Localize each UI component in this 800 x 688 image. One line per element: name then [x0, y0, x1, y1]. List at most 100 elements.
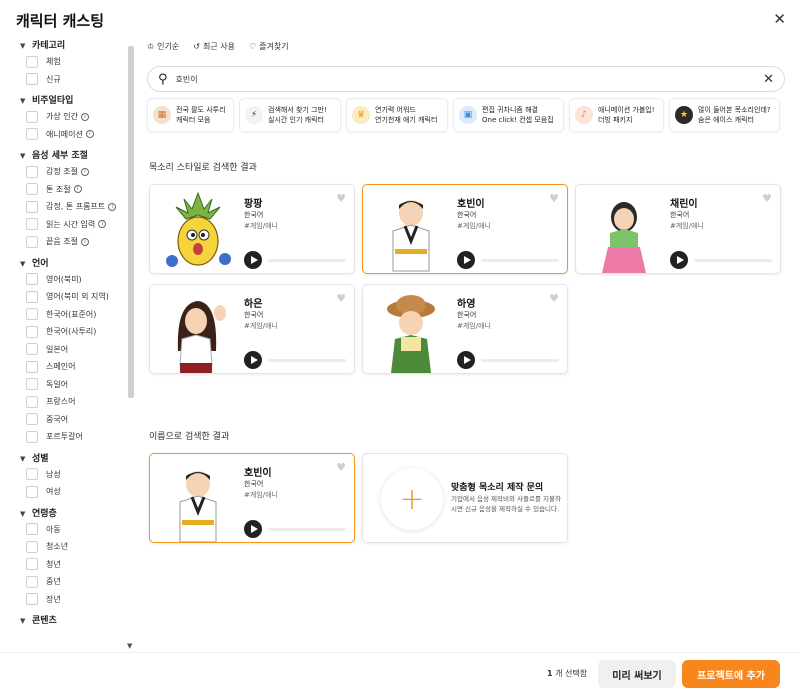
banner-card[interactable]: ♪ 애니메이션 가볼입! 더빙 패키지	[569, 98, 664, 132]
play-button[interactable]	[244, 351, 262, 369]
filter-option[interactable]: 감정, 톤 프롬프트 i	[20, 198, 138, 216]
banner-card[interactable]: ♛ 연기력 어워드 연기천재 애기 캐릭터	[346, 98, 448, 132]
audio-progress-bar[interactable]	[268, 528, 346, 531]
favorite-heart-icon[interactable]: ♥	[336, 292, 346, 305]
checkbox[interactable]	[26, 360, 38, 373]
quick-filter-recent[interactable]: ↺ 최근 사용	[193, 41, 235, 52]
info-icon[interactable]: i	[108, 202, 117, 211]
audio-progress-bar[interactable]	[694, 259, 772, 262]
section-header[interactable]: ▼ 음성 세부 조절	[20, 149, 138, 163]
checkbox[interactable]	[26, 325, 38, 338]
filter-option[interactable]: 애니메이션 i	[20, 126, 138, 144]
info-icon[interactable]: i	[80, 167, 89, 176]
filter-option[interactable]: 읽는 시간 입력 i	[20, 216, 138, 234]
filter-option[interactable]: 포르투갈어	[20, 428, 138, 446]
info-icon[interactable]: i	[85, 130, 94, 139]
banner-card[interactable]: ▣ 편집 귀차니즘 해결 One click! 컨셉 모음집	[453, 98, 564, 132]
section-header[interactable]: ▼ 비주얼타입	[20, 94, 138, 108]
checkbox[interactable]	[26, 110, 38, 123]
checkbox[interactable]	[26, 413, 38, 426]
checkbox[interactable]	[26, 165, 38, 178]
plus-icon[interactable]: +	[381, 468, 443, 530]
play-button[interactable]	[244, 520, 262, 538]
info-icon[interactable]: i	[80, 112, 89, 121]
filter-option[interactable]: 스페인어	[20, 358, 138, 376]
checkbox[interactable]	[26, 540, 38, 553]
section-header[interactable]: ▼ 언어	[20, 257, 138, 271]
audio-progress-bar[interactable]	[481, 259, 559, 262]
filter-option[interactable]: 체험	[20, 53, 138, 71]
close-icon[interactable]: ✕	[773, 10, 786, 28]
checkbox[interactable]	[26, 468, 38, 481]
search-input[interactable]	[175, 74, 764, 84]
checkbox[interactable]	[26, 485, 38, 498]
filter-option[interactable]: 신규	[20, 71, 138, 89]
section-header[interactable]: ▼ 콘텐츠	[20, 614, 138, 628]
section-header[interactable]: ▼ 연령층	[20, 507, 138, 521]
filter-option[interactable]: 청년	[20, 556, 138, 574]
banner-card[interactable]: ★ 많이 들어본 목소리인데? 숨은 에이스 캐릭터	[669, 98, 780, 132]
checkbox[interactable]	[26, 430, 38, 443]
quick-filter-popular[interactable]: ♔ 인기순	[147, 41, 179, 52]
checkbox[interactable]	[26, 183, 38, 196]
section-header[interactable]: ▼ 성별	[20, 452, 138, 466]
character-card[interactable]: 호빈이 한국어 #게임/애니 ♥	[149, 453, 355, 543]
checkbox[interactable]	[26, 378, 38, 391]
checkbox[interactable]	[26, 395, 38, 408]
info-icon[interactable]: i	[73, 185, 82, 194]
filter-option[interactable]: 장년	[20, 591, 138, 609]
scroll-down-icon[interactable]: ▼	[127, 642, 132, 650]
sidebar-scrollbar[interactable]	[128, 46, 134, 398]
checkbox[interactable]	[26, 200, 38, 213]
filter-option[interactable]: 청소년	[20, 538, 138, 556]
checkbox[interactable]	[26, 343, 38, 356]
preview-button[interactable]: 미리 써보기	[598, 660, 676, 688]
filter-option[interactable]: 영어(북미 외 지역)	[20, 288, 138, 306]
filter-option[interactable]: 프랑스어	[20, 393, 138, 411]
play-button[interactable]	[457, 251, 475, 269]
info-icon[interactable]: i	[98, 220, 107, 229]
checkbox[interactable]	[26, 55, 38, 68]
checkbox[interactable]	[26, 273, 38, 286]
filter-option[interactable]: 남성	[20, 466, 138, 484]
audio-progress-bar[interactable]	[268, 259, 346, 262]
play-button[interactable]	[457, 351, 475, 369]
checkbox[interactable]	[26, 593, 38, 606]
filter-option[interactable]: 중년	[20, 573, 138, 591]
checkbox[interactable]	[26, 128, 38, 141]
filter-option[interactable]: 아동	[20, 521, 138, 539]
character-card[interactable]: 팡팡 한국어 #게임/애니 ♥	[149, 184, 355, 274]
filter-option[interactable]: 가상 인간 i	[20, 108, 138, 126]
character-card[interactable]: 호빈이 한국어 #게임/애니 ♥	[362, 184, 568, 274]
audio-progress-bar[interactable]	[481, 359, 559, 362]
filter-option[interactable]: 중국어	[20, 411, 138, 429]
filter-option[interactable]: 여성	[20, 483, 138, 501]
audio-progress-bar[interactable]	[268, 359, 346, 362]
favorite-heart-icon[interactable]: ♥	[336, 461, 346, 474]
custom-voice-inquiry-card[interactable]: + 맞춤형 목소리 제작 문의 기업에서 음성 제작비와 샤플르를 지불하시면 …	[362, 453, 568, 543]
quick-filter-favorites[interactable]: ♡ 즐겨찾기	[249, 41, 289, 52]
filter-option[interactable]: 일본어	[20, 341, 138, 359]
favorite-heart-icon[interactable]: ♥	[549, 192, 559, 205]
clear-icon[interactable]: ✕	[763, 72, 774, 87]
favorite-heart-icon[interactable]: ♥	[762, 192, 772, 205]
checkbox[interactable]	[26, 523, 38, 536]
checkbox[interactable]	[26, 235, 38, 248]
checkbox[interactable]	[26, 73, 38, 86]
character-card[interactable]: 하영 한국어 #게임/애니 ♥	[362, 284, 568, 374]
filter-option[interactable]: 영어(북미)	[20, 271, 138, 289]
favorite-heart-icon[interactable]: ♥	[549, 292, 559, 305]
filter-option[interactable]: 톤 조절 i	[20, 181, 138, 199]
checkbox[interactable]	[26, 575, 38, 588]
banner-card[interactable]: ▦ 전국 팔도 사투리 캐릭터 모음	[147, 98, 234, 132]
filter-option[interactable]: 한국어(표준어)	[20, 306, 138, 324]
checkbox[interactable]	[26, 558, 38, 571]
info-icon[interactable]: i	[80, 237, 89, 246]
filter-option[interactable]: 끝음 조절 i	[20, 233, 138, 251]
checkbox[interactable]	[26, 218, 38, 231]
filter-option[interactable]: 감정 조절 i	[20, 163, 138, 181]
play-button[interactable]	[244, 251, 262, 269]
play-button[interactable]	[670, 251, 688, 269]
filter-option[interactable]: 독일어	[20, 376, 138, 394]
character-card[interactable]: 채린이 한국어 #게임/애니 ♥	[575, 184, 781, 274]
